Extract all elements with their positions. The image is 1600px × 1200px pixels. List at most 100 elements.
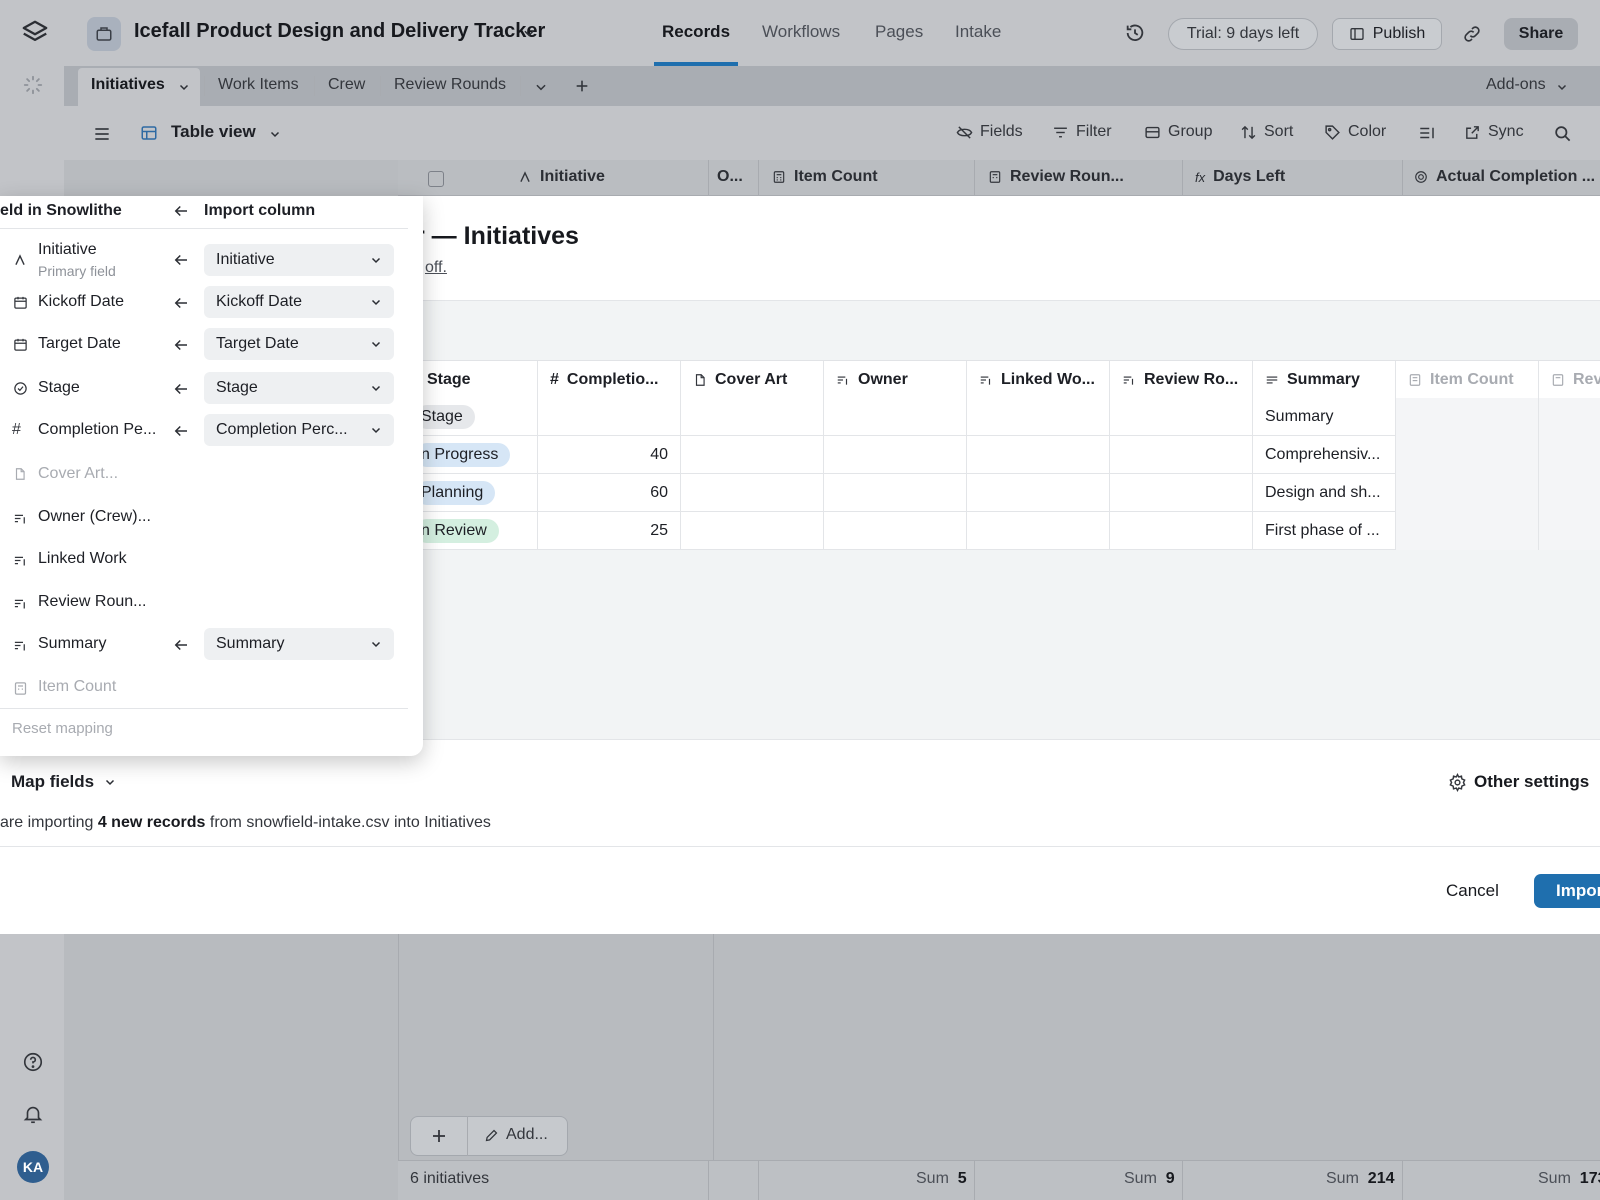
count-icon [1551,373,1565,387]
add-row-plus-icon[interactable] [430,1127,448,1145]
mapping-field-name: Kickoff Date [38,293,124,310]
title-chevron-down-icon[interactable] [522,26,536,40]
item-count-cell [1396,436,1539,474]
mapping-column-value: Summary [216,635,285,652]
help-icon[interactable] [22,1051,44,1073]
fields-button[interactable]: Fields [956,123,1023,141]
mapping-column-value: Completion Perc... [216,421,348,438]
sum-summary[interactable]: Sum 5 [916,1170,967,1188]
file-icon [12,466,28,482]
nav-tab-intake[interactable]: Intake [955,22,1001,42]
view-chevron-icon[interactable] [269,128,281,140]
preview-col-label: Review Ro... [1144,371,1239,388]
history-icon[interactable] [1124,22,1146,44]
group-label: Group [1168,123,1213,140]
addons-menu[interactable]: Add-ons [1486,76,1546,94]
calendar-icon [12,294,28,310]
preview-col-summary: Summary [1253,361,1396,399]
header-divider [708,160,709,196]
review-cell [1539,436,1600,474]
stage-tag: n Review [415,519,499,543]
copy-link-icon[interactable] [1462,24,1482,44]
mapping-column-select[interactable]: Stage [204,372,394,404]
addons-chevron-icon[interactable] [1556,81,1568,93]
mapping-column-select[interactable]: Completion Perc... [204,414,394,446]
sort-label: Sort [1264,123,1294,140]
mapping-column-select[interactable]: Summary [204,628,394,660]
nav-tab-records[interactable]: Records [662,22,730,42]
sidebar-menu-icon[interactable] [92,124,112,144]
search-icon[interactable] [1553,124,1572,143]
header-divider [758,160,759,196]
publish-button[interactable]: Publish [1332,18,1442,50]
add-with-form-button[interactable]: Add... [484,1126,548,1144]
modal-sublink[interactable]: off. [425,259,447,277]
mapping-field-name: Summary [38,635,107,652]
linked-work-cell [967,436,1110,474]
avatar[interactable]: KA [17,1151,49,1183]
grid-footer [398,1160,1600,1200]
sum-summary[interactable]: Sum 9 [1124,1170,1175,1188]
column-header-initiative[interactable]: Initiative [518,168,605,186]
count-icon [772,170,786,184]
import-button[interactable]: Impor [1534,874,1600,908]
add-table-plus-icon[interactable] [574,78,590,94]
bell-icon[interactable] [22,1103,44,1125]
arrow-left-icon [172,294,190,312]
arrow-left-icon [172,251,190,269]
select-all-checkbox[interactable] [428,171,444,187]
nav-tab-pages[interactable]: Pages [875,22,923,42]
mapping-field-name: Review Roun... [38,593,147,610]
other-settings-button[interactable]: Other settings [1448,772,1589,792]
import-text-count: 4 new records [97,814,206,831]
table-tab-review-rounds[interactable]: Review Rounds [394,76,506,94]
fields-label: Fields [980,123,1023,140]
table-tab-initiatives[interactable]: Initiatives [91,76,165,94]
footer-divider [1182,1160,1183,1200]
preview-col-review: Rev [1539,361,1600,399]
mapping-column-select[interactable]: Kickoff Date [204,286,394,318]
group-button[interactable]: Group [1144,123,1212,141]
cancel-button[interactable]: Cancel [1446,881,1499,901]
review-rounds-cell [1110,436,1253,474]
color-button[interactable]: Color [1324,123,1386,141]
table-tab-work-items[interactable]: Work Items [218,76,299,94]
sort-button[interactable]: Sort [1240,123,1293,141]
column-header-review-rounds[interactable]: Review Roun... [988,168,1124,186]
mapping-field-name: Owner (Crew)... [38,508,151,525]
column-header-owner[interactable]: O... [717,168,743,186]
mapping-column-select[interactable]: Target Date [204,328,394,360]
column-header-days-left[interactable]: fx Days Left [1195,168,1285,186]
filter-button[interactable]: Filter [1052,123,1112,141]
share-button[interactable]: Share [1504,18,1578,50]
link-icon [979,373,993,387]
tab-chevron-down-icon[interactable] [178,81,190,93]
base-title[interactable]: Icefall Product Design and Delivery Trac… [134,20,545,43]
count-icon [988,170,1002,184]
mapping-column-select[interactable]: Initiative [204,244,394,276]
column-header-item-count[interactable]: Item Count [772,168,878,186]
trial-badge[interactable]: Trial: 9 days left [1168,18,1318,50]
column-header-actual-completion[interactable]: Actual Completion ... [1414,168,1600,186]
map-fields-chevron-icon[interactable] [104,776,116,788]
sum-value: 5 [957,1170,967,1187]
app-logo-icon[interactable] [20,18,50,48]
map-fields-toggle[interactable]: Map fields [11,772,94,792]
table-tab-crew[interactable]: Crew [328,76,365,94]
status-icon [12,380,28,396]
owner-cell [824,436,967,474]
sum-summary[interactable]: Sum 173 [1538,1170,1600,1188]
arrow-left-icon [172,636,190,654]
nav-tab-workflows[interactable]: Workflows [762,22,840,42]
more-tables-chevron-icon[interactable] [534,80,548,94]
column-header-label: Days Left [1213,168,1286,185]
view-name[interactable]: Table view [171,122,256,142]
sync-button[interactable]: Sync [1464,123,1524,141]
row-height-icon[interactable] [1418,124,1436,142]
record-count: 6 initiatives [410,1170,490,1187]
preview-row: n Progress 40 Comprehensiv... [415,436,1600,474]
sum-summary[interactable]: Sum 214 [1326,1170,1395,1188]
reset-mapping-button[interactable]: Reset mapping [12,720,113,737]
count-icon [12,680,28,696]
mapping-column-value: Target Date [216,335,299,352]
